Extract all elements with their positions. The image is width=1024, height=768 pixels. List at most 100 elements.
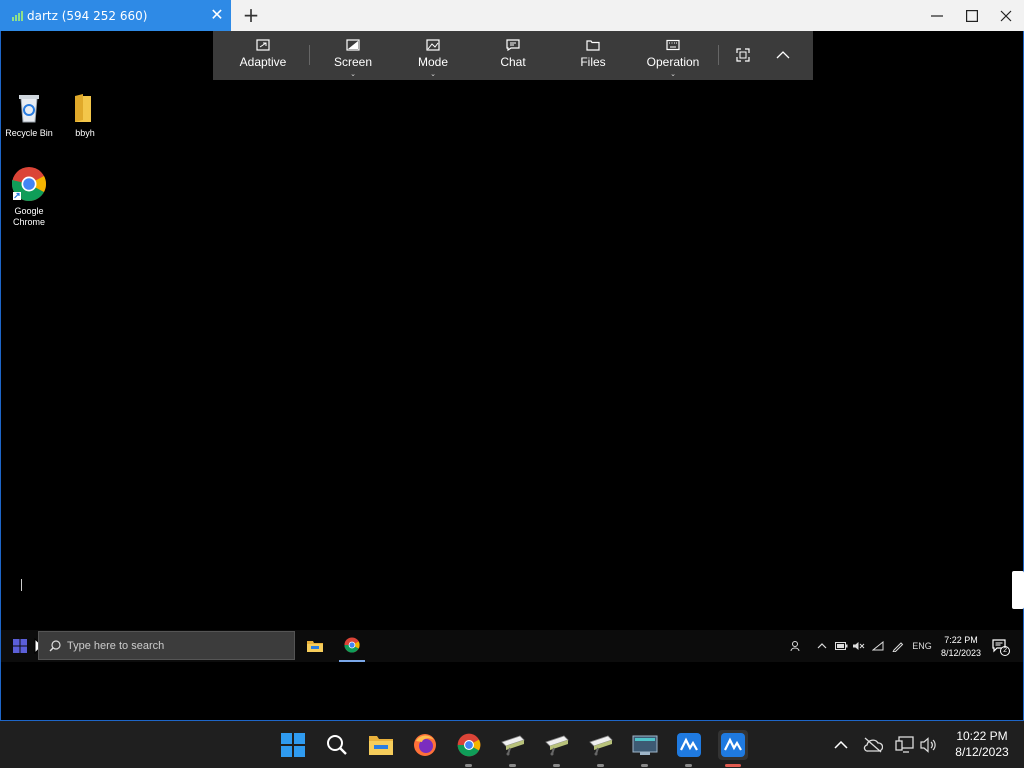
host-tray-volume[interactable] bbox=[914, 730, 944, 760]
chevron-down-icon: ⌄ bbox=[430, 70, 436, 78]
operation-button[interactable]: Operation ⌄ bbox=[638, 31, 708, 80]
taskbar-chrome[interactable] bbox=[339, 630, 365, 662]
chat-label: Chat bbox=[500, 55, 526, 69]
desktop-icon-bbyh[interactable]: bbyh bbox=[58, 92, 112, 139]
window-close-button[interactable] bbox=[989, 0, 1023, 31]
remote-taskbar: Type here to search ENG 7:22 PM 8/12/202… bbox=[1, 630, 1023, 662]
remote-time: 7:22 PM bbox=[944, 635, 978, 645]
title-bar: dartz (594 252 660) ✕ + bbox=[0, 0, 1024, 31]
tab-title: dartz (594 252 660) bbox=[27, 8, 148, 23]
search-icon bbox=[49, 639, 61, 651]
pen-icon[interactable] bbox=[890, 630, 906, 662]
host-date: 8/12/2023 bbox=[955, 745, 1009, 759]
search-box[interactable]: Type here to search bbox=[38, 631, 295, 660]
file-explorer-icon bbox=[307, 641, 323, 652]
mode-button[interactable]: Mode ⌄ bbox=[403, 31, 463, 80]
chrome-icon bbox=[344, 637, 360, 653]
running-indicator bbox=[641, 764, 648, 767]
host-file-explorer[interactable] bbox=[366, 730, 396, 760]
host-app-scanner-3[interactable] bbox=[586, 730, 616, 760]
remote-desktop-icon bbox=[721, 733, 745, 757]
signal-icon bbox=[12, 10, 24, 21]
windows-icon bbox=[13, 639, 27, 653]
host-taskbar: 10:22 PM 8/12/2023 bbox=[0, 721, 1024, 768]
notifications-button[interactable]: 2 bbox=[989, 630, 1011, 662]
chat-button[interactable]: Chat bbox=[483, 31, 543, 80]
host-app-remote-window[interactable] bbox=[630, 730, 660, 760]
host-app-scanner-1[interactable] bbox=[498, 730, 528, 760]
remote-date: 8/12/2023 bbox=[940, 648, 982, 658]
mode-icon bbox=[426, 38, 440, 52]
notification-count-badge: 2 bbox=[1000, 646, 1010, 656]
maximize-icon bbox=[966, 9, 978, 22]
cloud-off-icon bbox=[863, 737, 883, 753]
scroll-handle[interactable] bbox=[1012, 571, 1024, 609]
app-window: dartz (594 252 660) ✕ + Adaptive Screen … bbox=[0, 0, 1024, 768]
battery-icon[interactable] bbox=[833, 630, 849, 662]
host-tray-onedrive[interactable] bbox=[858, 730, 888, 760]
files-label: Files bbox=[580, 55, 606, 69]
scanner-icon bbox=[545, 735, 569, 756]
remote-desktop-view[interactable]: Adaptive Screen ⌄ Mode ⌄ Chat Files Oper… bbox=[0, 31, 1024, 721]
minimize-button[interactable] bbox=[920, 0, 954, 31]
chevron-up-icon bbox=[776, 48, 790, 62]
adaptive-button[interactable]: Adaptive bbox=[233, 31, 293, 80]
collapse-toolbar-button[interactable] bbox=[769, 31, 797, 80]
toolbar-divider bbox=[309, 45, 310, 65]
volume-muted-icon[interactable] bbox=[850, 630, 866, 662]
chevron-up-icon bbox=[834, 741, 848, 749]
taskbar-file-explorer[interactable] bbox=[303, 630, 327, 662]
adaptive-label: Adaptive bbox=[239, 55, 287, 69]
remote-desktop-icon bbox=[677, 733, 701, 757]
desktop-icon-recycle-bin[interactable]: Recycle Bin bbox=[2, 92, 56, 139]
host-firefox[interactable] bbox=[410, 730, 440, 760]
monitor-icon bbox=[632, 735, 658, 755]
remote-clock[interactable]: 7:22 PM 8/12/2023 bbox=[935, 634, 987, 660]
host-start-button[interactable] bbox=[278, 730, 308, 760]
host-app-scanner-2[interactable] bbox=[542, 730, 572, 760]
chevron-up-icon[interactable] bbox=[815, 630, 829, 662]
folder-icon bbox=[75, 94, 91, 122]
people-icon[interactable] bbox=[787, 630, 805, 662]
fullscreen-button[interactable] bbox=[729, 31, 757, 80]
host-tray-overflow[interactable] bbox=[826, 730, 856, 760]
host-app-anydesk-1[interactable] bbox=[674, 730, 704, 760]
desktop-icon-google-chrome[interactable]: Google Chrome bbox=[2, 166, 56, 228]
folder-icon bbox=[586, 38, 600, 52]
fullscreen-icon bbox=[736, 48, 750, 62]
search-placeholder: Type here to search bbox=[67, 639, 165, 652]
host-clock[interactable]: 10:22 PM 8/12/2023 bbox=[946, 728, 1018, 760]
maximize-button[interactable] bbox=[955, 0, 989, 31]
host-chrome[interactable] bbox=[454, 730, 484, 760]
desktop-icon-label: Recycle Bin bbox=[5, 128, 53, 138]
start-button[interactable] bbox=[7, 630, 33, 662]
minimize-icon bbox=[931, 14, 943, 17]
screen-button[interactable]: Screen ⌄ bbox=[323, 31, 383, 80]
desktop-icon-label: bbyh bbox=[75, 128, 95, 138]
files-button[interactable]: Files bbox=[563, 31, 623, 80]
host-app-anydesk-2[interactable] bbox=[718, 730, 748, 760]
network-icon[interactable] bbox=[870, 630, 886, 662]
file-explorer-icon bbox=[369, 736, 393, 755]
tab-close-icon[interactable]: ✕ bbox=[207, 5, 227, 25]
chevron-down-icon: ⌄ bbox=[350, 70, 356, 78]
adaptive-icon bbox=[256, 38, 270, 52]
remote-toolbar: Adaptive Screen ⌄ Mode ⌄ Chat Files Oper… bbox=[213, 31, 813, 80]
chrome-icon bbox=[12, 167, 46, 201]
keyboard-icon bbox=[666, 38, 680, 52]
new-tab-button[interactable]: + bbox=[240, 5, 262, 27]
search-icon bbox=[327, 735, 347, 755]
active-indicator bbox=[725, 764, 741, 767]
chrome-icon bbox=[457, 733, 481, 757]
language-indicator[interactable]: ENG bbox=[911, 630, 933, 662]
running-indicator bbox=[509, 764, 516, 767]
host-time: 10:22 PM bbox=[956, 729, 1008, 743]
recycle-bin-icon bbox=[19, 95, 39, 123]
running-indicator bbox=[685, 764, 692, 767]
host-search-button[interactable] bbox=[322, 730, 352, 760]
scanner-icon bbox=[589, 735, 613, 756]
operation-label: Operation bbox=[646, 55, 700, 69]
screen-label: Screen bbox=[333, 55, 373, 69]
tab-session[interactable]: dartz (594 252 660) ✕ bbox=[0, 0, 231, 31]
chat-icon bbox=[506, 38, 520, 52]
